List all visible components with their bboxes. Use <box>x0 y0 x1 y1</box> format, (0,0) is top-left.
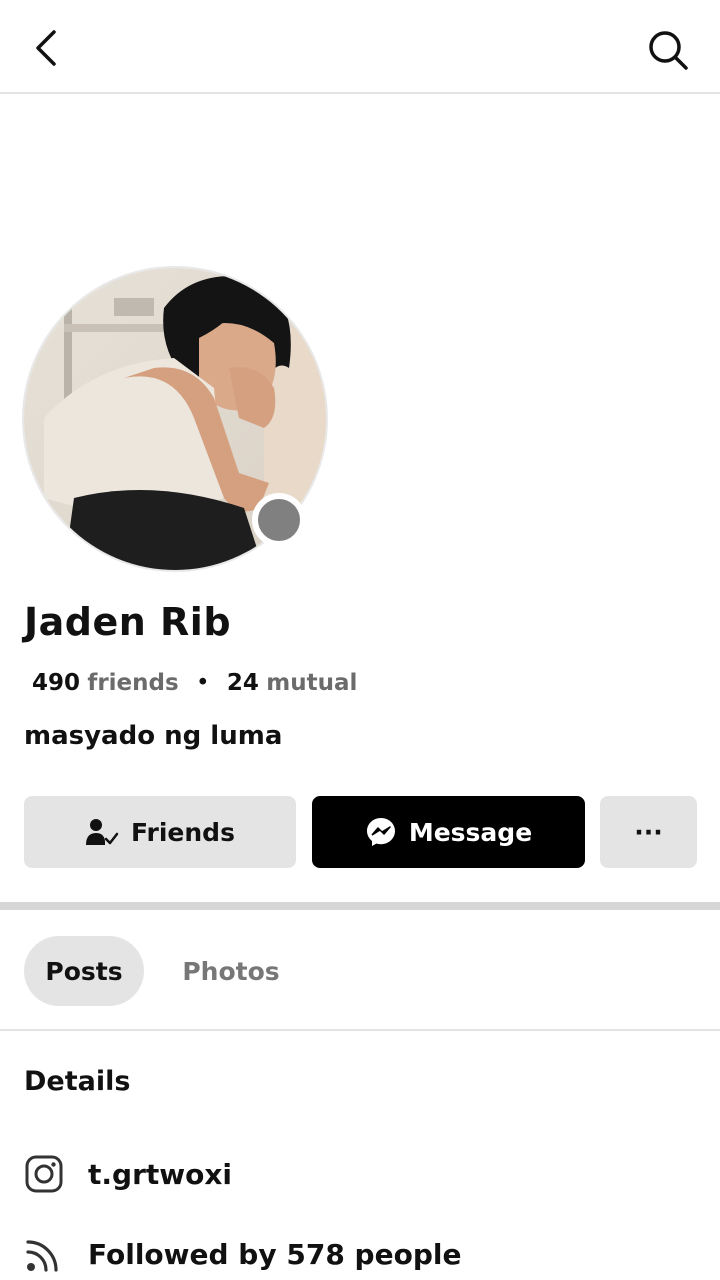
back-button[interactable] <box>26 26 70 70</box>
tab-posts[interactable]: Posts <box>24 936 144 1006</box>
search-icon <box>649 31 688 70</box>
friends-label[interactable]: friends <box>87 670 178 696</box>
profile-name: Jaden Rib <box>24 600 232 644</box>
message-button[interactable]: Message <box>312 796 585 868</box>
message-button-label: Message <box>408 817 533 847</box>
details-heading: Details <box>24 1066 131 1097</box>
more-options-button[interactable]: ··· <box>600 796 697 868</box>
tabs-divider <box>0 1029 720 1031</box>
chevron-left-icon <box>36 30 56 66</box>
profile-avatar-container[interactable] <box>22 266 328 572</box>
section-divider <box>0 902 720 910</box>
tab-photos[interactable]: Photos <box>168 936 294 1006</box>
instagram-icon <box>24 1154 64 1194</box>
friends-button[interactable]: Friends <box>24 796 296 868</box>
friends-count: 490 <box>32 670 81 696</box>
search-button[interactable] <box>644 26 692 74</box>
mutual-label[interactable]: mutual <box>266 670 357 696</box>
top-bar <box>0 0 720 94</box>
instagram-handle[interactable]: t.grtwoxi <box>88 1158 232 1191</box>
detail-followers: Followed by 578 people <box>24 1232 461 1276</box>
friends-button-label: Friends <box>131 817 235 847</box>
online-status-indicator <box>252 493 306 547</box>
friends-check-icon <box>86 819 119 845</box>
friend-stats: 490 friends • 24 mutual <box>32 670 357 696</box>
detail-instagram[interactable]: t.grtwoxi <box>24 1152 232 1196</box>
profile-bio: masyado ng luma <box>24 721 283 751</box>
followers-text: Followed by 578 people <box>88 1237 462 1271</box>
stats-separator: • <box>196 670 210 696</box>
more-options-icon: ··· <box>634 817 663 847</box>
messenger-icon <box>366 818 395 846</box>
mutual-count: 24 <box>226 670 259 696</box>
rss-feed-icon <box>24 1234 64 1274</box>
